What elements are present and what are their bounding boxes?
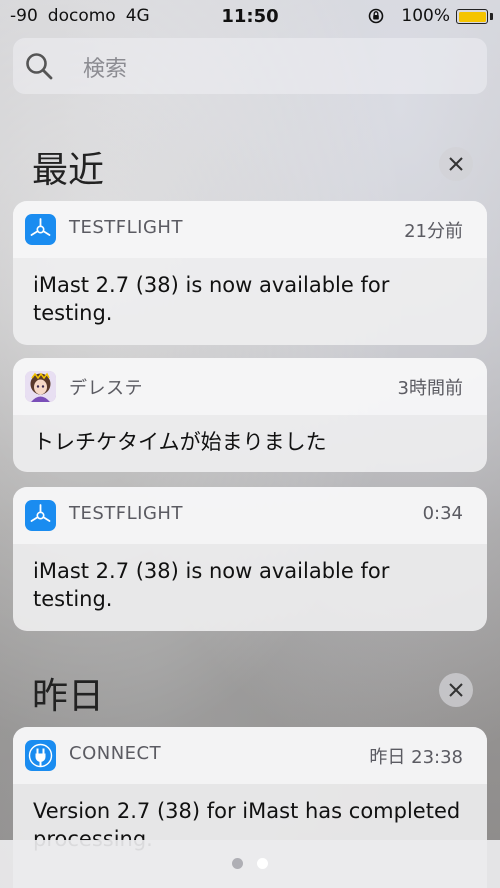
battery-tip (490, 13, 493, 20)
notification-card[interactable]: TESTFLIGHT 21分前 iMast 2.7 (38) is now av… (13, 201, 487, 345)
itunes-connect-icon (25, 740, 56, 771)
app-name: CONNECT (69, 743, 162, 764)
notification-message: トレチケタイムが始まりました (33, 430, 327, 454)
notification-header: デレステ 3時間前 (13, 358, 487, 415)
page-dot[interactable] (257, 858, 268, 869)
orientation-lock-icon (368, 8, 384, 24)
notification-time: 3時間前 (397, 378, 463, 399)
notification-card[interactable]: TESTFLIGHT 0:34 iMast 2.7 (38) is now av… (13, 487, 487, 631)
testflight-icon (25, 500, 56, 531)
battery-level (458, 11, 486, 22)
notification-header: TESTFLIGHT 0:34 (13, 487, 487, 544)
close-icon (449, 157, 463, 171)
notification-time: 昨日 23:38 (369, 747, 463, 768)
search-placeholder: 検索 (83, 57, 128, 82)
notification-time: 0:34 (422, 503, 463, 524)
section-title-recent: 最近 (32, 150, 105, 191)
notification-header: CONNECT 昨日 23:38 (13, 727, 487, 784)
notification-header: TESTFLIGHT 21分前 (13, 201, 487, 258)
notification-center: -90 docomo 4G 11:50 100% 検索 最近 TESTFLIGH… (0, 0, 500, 888)
notification-message: iMast 2.7 (38) is now available for test… (33, 559, 390, 611)
testflight-icon (25, 214, 56, 245)
notification-card[interactable]: デレステ 3時間前 トレチケタイムが始まりました (13, 358, 487, 472)
app-name: TESTFLIGHT (69, 503, 183, 524)
app-name: デレステ (69, 378, 143, 399)
deresute-icon (25, 371, 56, 402)
battery-icon (456, 9, 488, 24)
search-field[interactable]: 検索 (13, 38, 487, 94)
notification-body: iMast 2.7 (38) is now available for test… (13, 544, 487, 613)
page-dot[interactable] (232, 858, 243, 869)
status-bar: -90 docomo 4G 11:50 100% (0, 0, 500, 34)
page-indicator-bar (0, 840, 500, 888)
notification-body: iMast 2.7 (38) is now available for test… (13, 258, 487, 327)
notification-time: 21分前 (404, 221, 463, 242)
search-icon (26, 53, 53, 80)
section-title-yesterday: 昨日 (32, 676, 105, 717)
app-name: TESTFLIGHT (69, 217, 183, 238)
close-icon (449, 683, 463, 697)
clear-yesterday-button[interactable] (439, 673, 473, 707)
battery-percent: 100% (401, 6, 450, 26)
notification-message: iMast 2.7 (38) is now available for test… (33, 273, 390, 325)
notification-body: トレチケタイムが始まりました (13, 415, 487, 456)
clear-recent-button[interactable] (439, 147, 473, 181)
